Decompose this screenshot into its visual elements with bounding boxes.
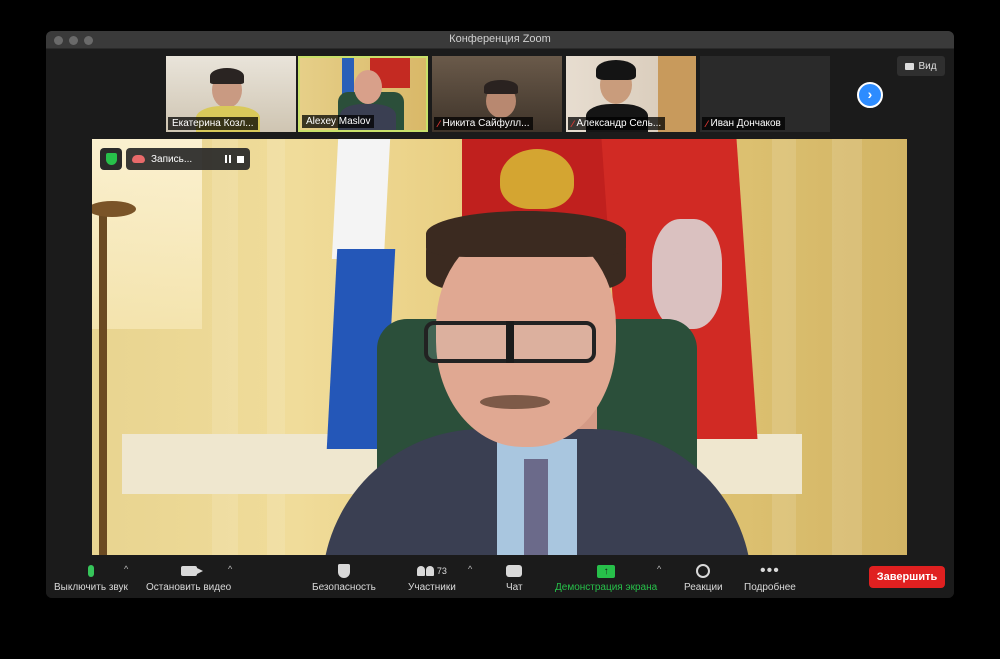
participant-name-label: ⁄ Никита Сайфулл... <box>434 117 534 130</box>
next-page-button[interactable]: › <box>857 82 883 108</box>
security-shield-icon <box>337 564 350 578</box>
chat-bubble-icon <box>506 565 523 577</box>
participant-name-label: Екатерина Козл... <box>168 117 258 130</box>
mic-off-icon: ⁄ <box>572 118 574 129</box>
recording-indicator: Запись... <box>126 148 250 170</box>
video-camera-icon <box>180 566 203 576</box>
pause-recording-icon[interactable] <box>225 155 231 163</box>
mic-off-icon: ⁄ <box>706 118 708 129</box>
zoom-window: Конференция Zoom Екатерина Козл... Alexe… <box>46 31 954 598</box>
more-button[interactable]: ••• Подробнее <box>744 562 796 594</box>
participants-options-caret[interactable]: ^ <box>468 564 472 574</box>
title-bar: Конференция Zoom <box>46 31 954 49</box>
encryption-shield-icon[interactable] <box>100 148 122 170</box>
reactions-button[interactable]: Реакции <box>684 562 723 593</box>
video-options-caret[interactable]: ^ <box>228 564 232 574</box>
recording-label: Запись... <box>151 153 193 165</box>
mic-off-icon: ⁄ <box>438 118 440 129</box>
participant-thumbnail-1[interactable]: Екатерина Козл... <box>166 56 296 132</box>
participant-thumbnail-4[interactable]: ⁄ Александр Сель... <box>566 56 696 132</box>
participant-name-label: ⁄ Иван Дончаков <box>702 117 785 130</box>
participant-thumbnail-3[interactable]: ⁄ Никита Сайфулл... <box>432 56 562 132</box>
participants-button[interactable]: 73 Участники <box>408 562 456 593</box>
participant-name-label: Alexey Maslov <box>302 115 375 128</box>
share-screen-button[interactable]: ↑ Демонстрация экрана <box>555 562 657 593</box>
share-screen-icon: ↑ <box>597 564 616 578</box>
participant-thumbnail-5[interactable]: ⁄ Иван Дончаков <box>700 56 830 132</box>
view-grid-icon <box>905 62 915 70</box>
security-button[interactable]: Безопасность <box>312 562 376 593</box>
share-options-caret[interactable]: ^ <box>657 564 661 574</box>
window-title: Конференция Zoom <box>449 33 551 45</box>
cloud-recording-icon <box>132 155 145 163</box>
reaction-smiley-icon <box>696 564 711 578</box>
meeting-toolbar: Выключить звук ^ Остановить видео ^ Безо… <box>46 558 954 598</box>
stop-video-button[interactable]: Остановить видео <box>146 562 231 593</box>
participant-name-label: ⁄ Александр Сель... <box>568 117 666 130</box>
view-label: Вид <box>918 60 937 72</box>
active-speaker-video <box>92 139 907 555</box>
more-dots-icon: ••• <box>760 562 780 579</box>
audio-options-caret[interactable]: ^ <box>124 564 128 574</box>
mute-button[interactable]: Выключить звук <box>54 562 128 593</box>
stop-recording-icon[interactable] <box>237 155 244 163</box>
end-meeting-button[interactable]: Завершить <box>869 566 945 588</box>
participant-thumbnail-2[interactable]: Alexey Maslov <box>298 56 428 132</box>
participants-icon <box>416 566 434 576</box>
microphone-icon <box>87 565 94 577</box>
view-button[interactable]: Вид <box>897 56 945 76</box>
participants-count: 73 <box>436 566 447 576</box>
chat-button[interactable]: Чат <box>506 562 523 593</box>
